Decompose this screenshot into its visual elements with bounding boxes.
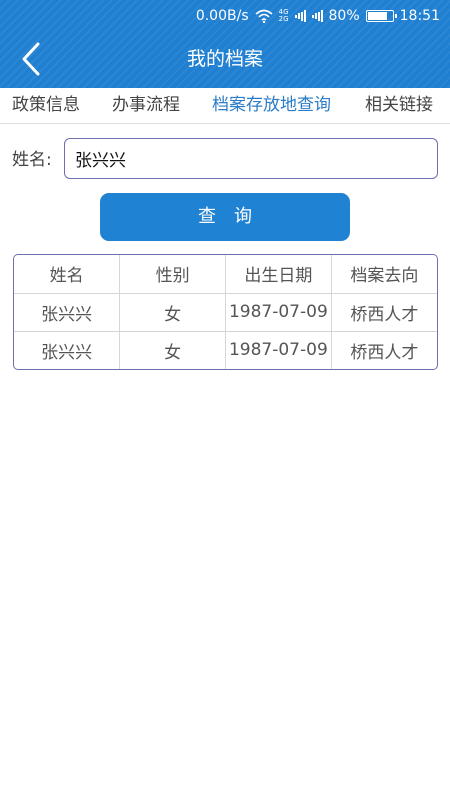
tab-related-links[interactable]: 相关链接 bbox=[365, 88, 433, 123]
tab-policy-info[interactable]: 政策信息 bbox=[12, 88, 80, 123]
result-table: 姓名 性别 出生日期 档案去向 张兴兴 女 1987-07-09 桥西人才 张兴… bbox=[13, 254, 438, 370]
network-type-bottom: 2G bbox=[278, 15, 289, 23]
signal-icon-1 bbox=[294, 10, 306, 22]
status-bar: 0.00B/s 4G 2G 80% 18:51 bbox=[0, 0, 450, 32]
signal-icon-2 bbox=[311, 10, 323, 22]
battery-fill bbox=[367, 12, 387, 20]
page-title: 我的档案 bbox=[186, 48, 263, 70]
cell-gender: 女 bbox=[119, 331, 226, 369]
column-header-name: 姓名 bbox=[14, 255, 121, 294]
wifi-icon bbox=[255, 9, 273, 23]
tab-procedures[interactable]: 办事流程 bbox=[112, 88, 180, 123]
battery-percent: 80% bbox=[328, 8, 360, 24]
cell-name: 张兴兴 bbox=[14, 293, 121, 332]
network-type-icon: 4G 2G bbox=[279, 9, 289, 23]
name-label: 姓名: bbox=[12, 150, 52, 170]
column-header-gender: 性别 bbox=[119, 255, 226, 294]
table-row[interactable]: 张兴兴 女 1987-07-09 桥西人才 bbox=[14, 331, 437, 369]
clock: 18:51 bbox=[399, 8, 440, 24]
cell-name: 张兴兴 bbox=[14, 331, 121, 369]
cell-archive-destination: 桥西人才 bbox=[331, 293, 437, 332]
cell-gender: 女 bbox=[119, 293, 226, 332]
table-header-row: 姓名 性别 出生日期 档案去向 bbox=[14, 255, 437, 294]
tab-archive-location-query[interactable]: 档案存放地查询 bbox=[212, 88, 331, 123]
cell-birth-date: 1987-07-09 bbox=[225, 331, 332, 369]
cell-birth-date: 1987-07-09 bbox=[225, 293, 332, 332]
column-header-archive-destination: 档案去向 bbox=[331, 255, 437, 294]
tab-bar: 政策信息 办事流程 档案存放地查询 相关链接 bbox=[0, 88, 450, 124]
app-header: 0.00B/s 4G 2G 80% 18:51 我的档案 bbox=[0, 0, 450, 88]
column-header-birth-date: 出生日期 bbox=[225, 255, 332, 294]
battery-icon bbox=[365, 10, 397, 22]
name-input[interactable] bbox=[64, 138, 438, 179]
table-row[interactable]: 张兴兴 女 1987-07-09 桥西人才 bbox=[14, 293, 437, 332]
net-speed: 0.00B/s bbox=[195, 8, 249, 24]
cell-archive-destination: 桥西人才 bbox=[350, 342, 419, 363]
query-button[interactable]: 查询 bbox=[100, 193, 350, 241]
